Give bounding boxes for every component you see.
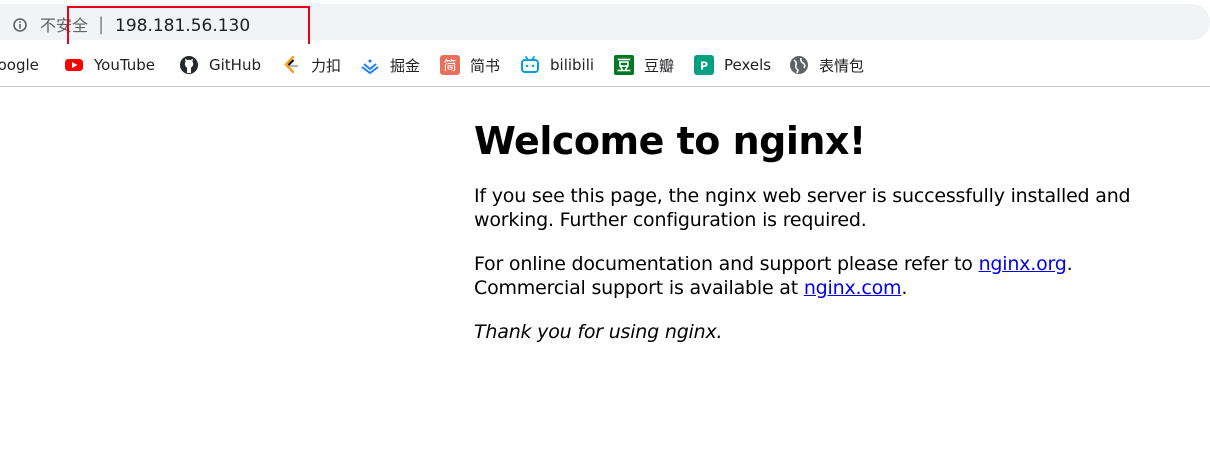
bookmark-douban[interactable]: 豆 豆瓣 [614,54,674,76]
page-title: Welcome to nginx! [474,119,866,163]
bookmark-youtube[interactable]: YouTube [64,54,155,76]
address-separator: | [98,14,105,35]
bookmark-google[interactable]: Google [0,54,39,76]
documentation-text: For online documentation and support ple… [474,253,979,275]
bookmark-github[interactable]: GitHub [179,54,261,76]
intro-paragraph: If you see this page, the nginx web serv… [474,185,1131,231]
svg-text:简: 简 [443,58,456,74]
nginx-com-link[interactable]: nginx.com [804,277,902,299]
info-icon[interactable] [13,18,27,32]
thanks-text: Thank you for using nginx. [474,321,723,343]
bookmark-leetcode[interactable]: 力扣 [281,54,341,76]
thanks-paragraph: Thank you for using nginx. [474,320,1154,344]
documentation-paragraph: For online documentation and support ple… [474,252,1154,300]
bookmark-label: Pexels [724,56,772,74]
bookmark-label: GitHub [209,56,261,74]
svg-text:豆: 豆 [617,59,631,75]
address-bar-row: 不安全 | 198.181.56.130 [0,0,1210,48]
bookmark-label: 力扣 [311,56,342,75]
punctuation: . [1066,253,1073,275]
bookmark-pexels[interactable]: P Pexels [694,54,771,76]
github-icon [180,56,198,74]
youtube-icon [65,59,83,71]
bookmark-label: Google [0,56,39,74]
bookmark-label: 掘金 [390,56,421,75]
punctuation: . [901,277,908,299]
bookmark-jianshu[interactable]: 简 简书 [440,54,500,76]
douban-icon: 豆 [614,55,634,75]
nginx-org-link[interactable]: nginx.org [979,253,1067,275]
jianshu-icon: 简 [440,55,460,75]
bookmark-label: 简书 [470,56,501,75]
security-status-label[interactable]: 不安全 [40,16,88,36]
bookmarks-bar: Google YouTube GitHub 力扣 [0,44,1210,87]
omnibox[interactable]: 不安全 | 198.181.56.130 [0,4,1210,40]
leetcode-icon [284,55,299,74]
svg-text:P: P [700,60,708,73]
bookmark-label: 豆瓣 [644,56,675,75]
bookmark-label: YouTube [94,56,155,74]
bilibili-icon [521,56,539,73]
nginx-welcome-content: Welcome to nginx! If you see this page, … [474,96,1154,364]
pexels-icon: P [694,55,714,75]
juejin-icon [361,59,379,75]
bookmark-juejin[interactable]: 掘金 [360,54,420,76]
commercial-support-text: Commercial support is available at [474,277,804,299]
url-text[interactable]: 198.181.56.130 [115,16,250,36]
globe-icon [790,56,808,74]
bookmark-label: bilibili [550,56,595,74]
bookmark-bilibili[interactable]: bilibili [520,54,594,76]
bookmark-label: 表情包 [819,56,865,75]
bookmark-biaoqingbao[interactable]: 表情包 [789,54,864,76]
